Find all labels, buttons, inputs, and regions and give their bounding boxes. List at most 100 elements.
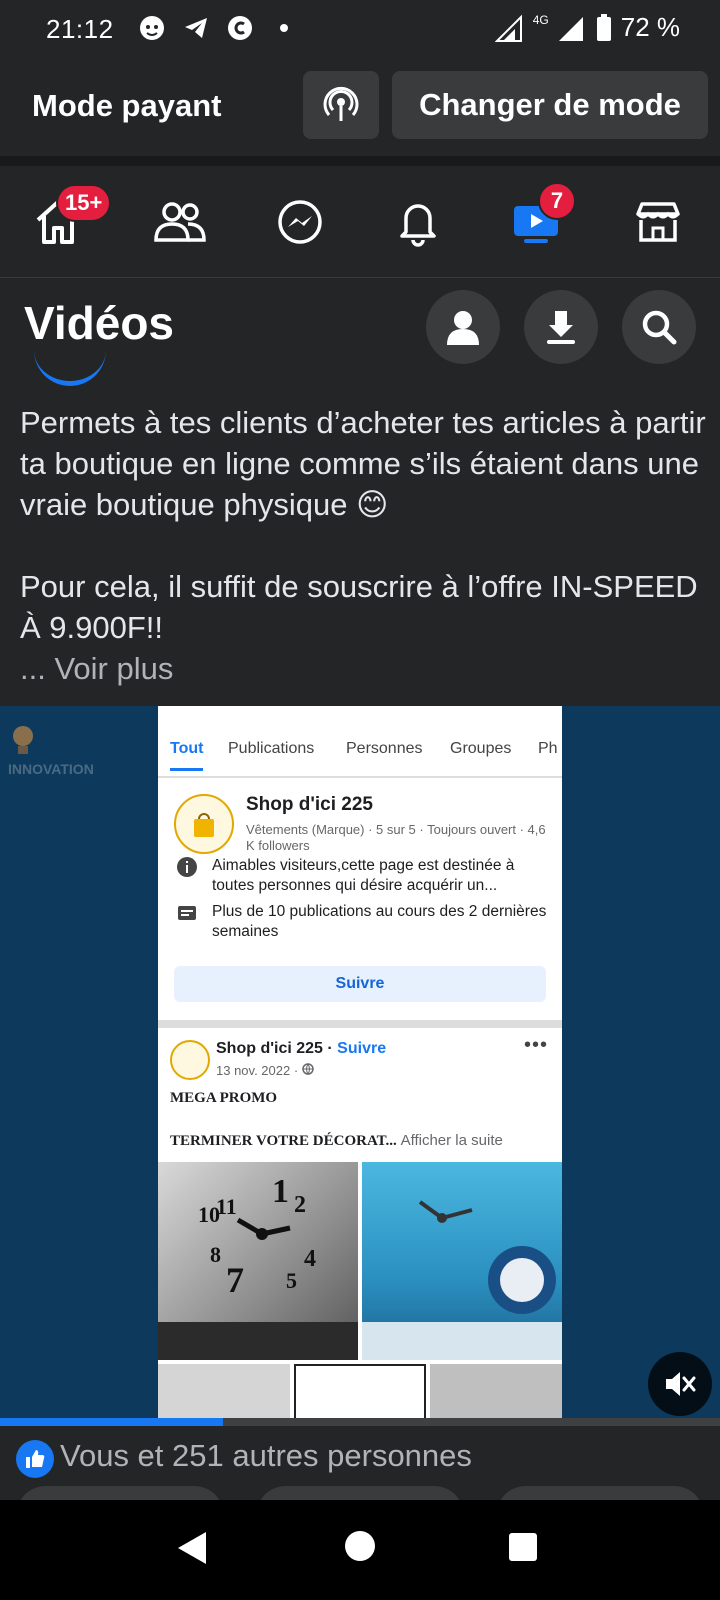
video-progress-bar[interactable] (0, 1418, 720, 1426)
dot-icon (268, 12, 300, 44)
notification-icons (136, 12, 300, 44)
signal-icon (494, 14, 522, 42)
main-navbar: 15+ 7 (0, 166, 720, 278)
home-badge: 15+ (56, 184, 112, 222)
mode-bar: Mode payant Changer de mode (0, 58, 720, 156)
svg-text:2: 2 (294, 1192, 306, 1218)
nav-home[interactable]: 15+ (28, 184, 112, 252)
video-player[interactable]: INNOVATION Tout Publications Personnes G… (0, 706, 720, 1426)
tab-personnes: Personnes (346, 740, 423, 757)
post-excerpt: TERMINER VOTRE DÉCORAT... (170, 1133, 397, 1149)
status-bar: 21:12 4G 72 % (0, 0, 720, 58)
battery-icon (596, 13, 611, 41)
nav-messenger[interactable] (270, 192, 330, 252)
svg-text:10: 10 (198, 1202, 220, 1227)
post-author-line: Shop d'ici 225 · Suivre (216, 1040, 387, 1057)
reactions-count[interactable]: Vous et 251 autres personnes (60, 1438, 472, 1474)
shop-post: Shop d'ici 225 · Suivre 13 nov. 2022 · •… (158, 1028, 562, 1426)
video-badge: 7 (538, 182, 576, 220)
lightbulb-icon (13, 726, 33, 754)
action-buttons-peek (0, 1486, 720, 1516)
mute-button[interactable] (648, 1352, 712, 1416)
back-icon[interactable] (176, 1530, 210, 1566)
nav-notifications[interactable] (388, 192, 448, 252)
speaker-muted-icon (666, 1372, 696, 1396)
svg-text:1: 1 (272, 1173, 289, 1210)
home-nav-icon[interactable] (344, 1530, 376, 1562)
nav-marketplace[interactable] (628, 192, 688, 252)
recents-icon[interactable] (508, 1532, 538, 1562)
watermark-logo: INNOVATION (8, 724, 108, 784)
see-more-link[interactable]: ... Voir plus (20, 648, 710, 689)
post-avatar (170, 1040, 210, 1080)
svg-text:8: 8 (210, 1242, 221, 1267)
shop-name: Shop d'ici 225 (246, 794, 373, 815)
shop-follow-button: Suivre (174, 966, 546, 1002)
marketplace-icon (636, 202, 680, 242)
network-type: 4G (532, 12, 549, 27)
signal-icon-2 (558, 16, 583, 41)
post-author: Shop d'ici 225 (216, 1040, 323, 1057)
profile-button[interactable] (426, 290, 500, 364)
post-caption: Permets à tes clients d’acheter tes arti… (20, 402, 710, 689)
info-icon (177, 857, 197, 877)
author-avatar[interactable] (34, 342, 106, 386)
clock-image-3 (158, 1364, 290, 1426)
tab-groupes: Groupes (450, 740, 512, 757)
download-button[interactable] (524, 290, 598, 364)
friends-icon (154, 202, 206, 242)
change-mode-button[interactable]: Changer de mode (392, 71, 708, 139)
download-icon (547, 311, 575, 344)
search-tabs: Tout Publications Personnes Groupes Ph (158, 728, 562, 778)
broadcast-icon (323, 86, 359, 121)
messenger-icon (278, 200, 322, 244)
mode-title: Mode payant (32, 88, 222, 123)
system-status: 4G 72 % (494, 12, 680, 43)
post-line: TERMINER VOTRE DÉCORAT... Afficher la su… (170, 1132, 503, 1150)
caption-paragraph-1: Permets à tes clients d’acheter tes arti… (20, 405, 706, 522)
video-progress-fill (0, 1418, 224, 1426)
search-icon (642, 310, 677, 345)
post-date: 13 nov. 2022 · (216, 1063, 314, 1078)
battery-level: 72 % (620, 12, 680, 42)
globe-icon (302, 1063, 314, 1075)
shop-activity: Plus de 10 publications au cours des 2 d… (212, 903, 547, 940)
clock-image-4 (294, 1364, 426, 1426)
post-date-text: 13 nov. 2022 · (216, 1063, 302, 1078)
svg-text:7: 7 (226, 1260, 244, 1300)
svg-text:4: 4 (304, 1246, 316, 1272)
post-follow-link: Suivre (337, 1040, 387, 1057)
chat-bubble-icon (136, 12, 168, 44)
clock-image-1: 11 1 2 10 4 8 7 5 (158, 1162, 358, 1360)
person-icon (447, 311, 479, 345)
shop-description: Aimables visiteurs,cette page est destin… (212, 857, 515, 894)
posts-icon (178, 906, 196, 920)
clock: 21:12 (46, 14, 114, 44)
divider (0, 156, 720, 166)
search-button[interactable] (622, 290, 696, 364)
telegram-icon (180, 12, 212, 44)
caption-paragraph-2: Pour cela, il suffit de souscrire à l’of… (20, 569, 698, 645)
shop-logo (174, 794, 234, 854)
shop-meta: Vêtements (Marque) · 5 sur 5 · Toujours … (246, 822, 546, 853)
clock-image-5 (430, 1364, 562, 1426)
nav-video[interactable]: 7 (506, 182, 576, 252)
like-reaction-icon (16, 1440, 54, 1478)
system-navigation-bar (0, 1500, 720, 1600)
threads-icon (224, 12, 256, 44)
tab-ph: Ph (538, 740, 558, 757)
bell-icon (400, 204, 436, 247)
videos-header: Vidéos (0, 278, 720, 368)
video-frame: Tout Publications Personnes Groupes Ph S… (158, 706, 562, 1426)
svg-text:5: 5 (286, 1268, 297, 1293)
show-more-link: Afficher la suite (400, 1132, 503, 1149)
watermark-text: INNOVATION (8, 761, 94, 777)
more-options-icon: ••• (523, 1034, 548, 1056)
clock-image-2 (362, 1162, 562, 1360)
tab-tout: Tout (170, 740, 204, 771)
post-title: MEGA PROMO (170, 1090, 278, 1106)
shopping-bag-icon (194, 813, 214, 837)
broadcast-button[interactable] (303, 71, 379, 139)
tab-publications: Publications (228, 740, 315, 757)
nav-friends[interactable] (150, 192, 210, 252)
